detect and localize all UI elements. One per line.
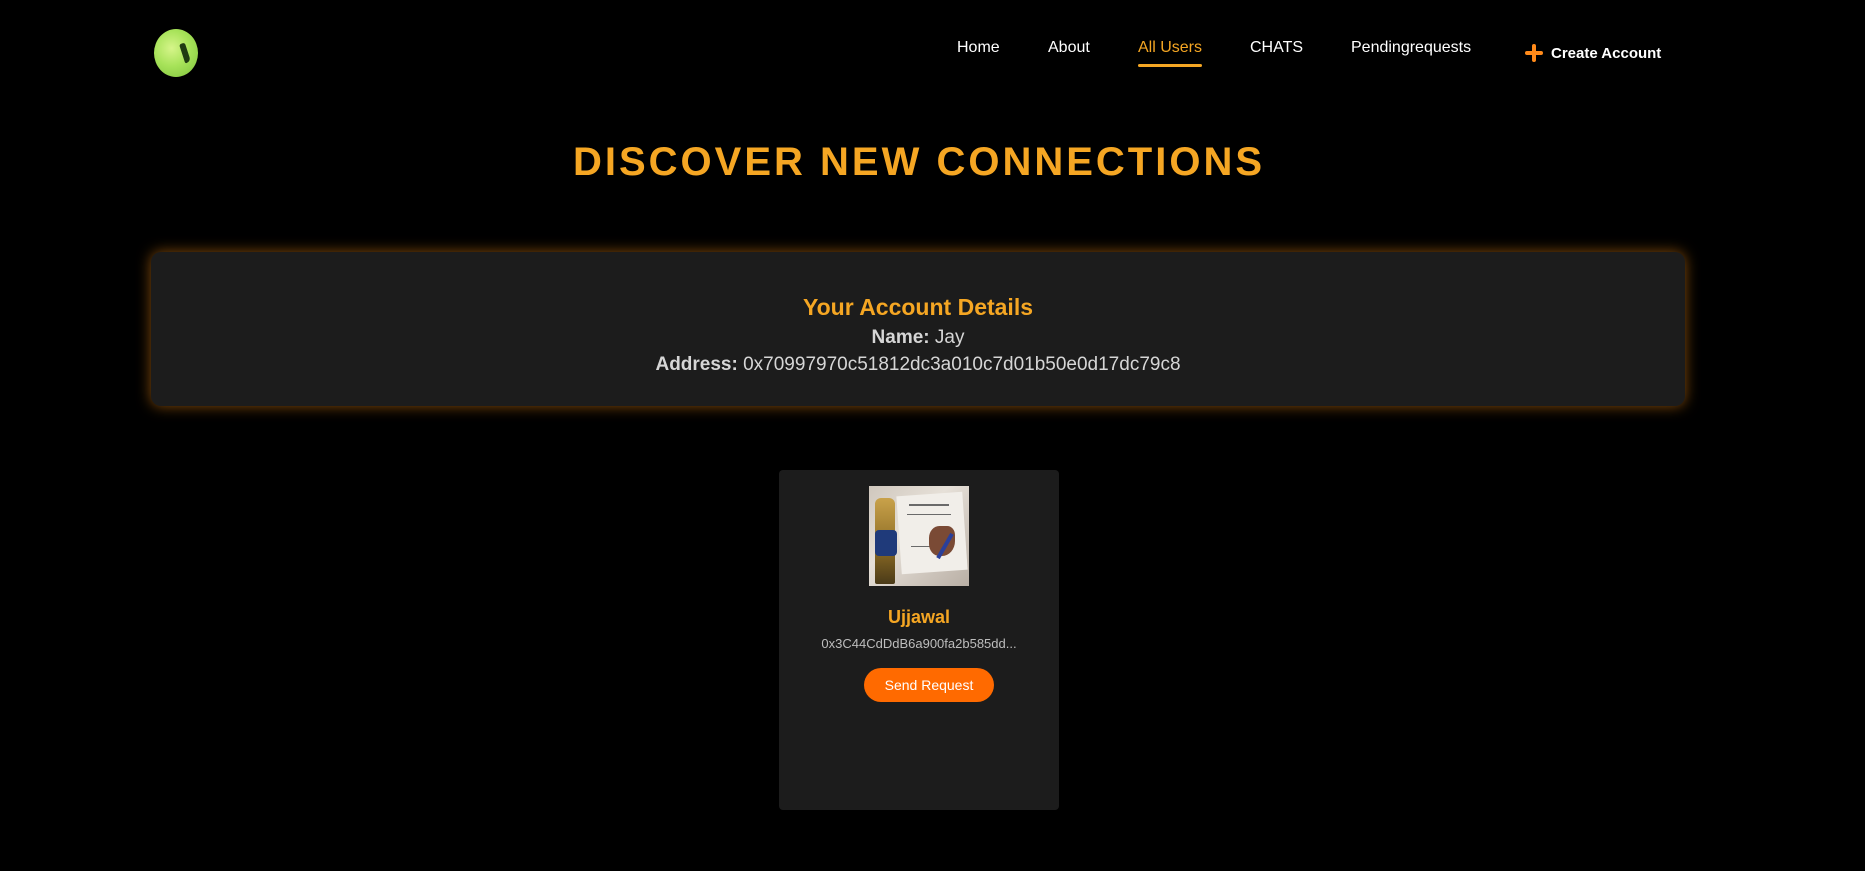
- plus-icon: [1525, 44, 1543, 62]
- account-name-row: Name: Jay: [151, 327, 1685, 349]
- create-account-button[interactable]: Create Account: [1525, 43, 1661, 63]
- account-address-value: 0x70997970c51812dc3a010c7d01b50e0d17dc79…: [743, 354, 1181, 375]
- account-name-label: Name:: [871, 327, 930, 348]
- top-navbar: Home About All Users CHATS Pendingreques…: [0, 0, 1865, 106]
- avatar: [869, 486, 969, 586]
- create-account-label: Create Account: [1551, 44, 1662, 62]
- account-details-panel: Your Account Details Name: Jay Address: …: [151, 252, 1685, 406]
- send-request-button[interactable]: Send Request: [864, 668, 994, 702]
- avatar-mask: [875, 530, 897, 556]
- page: Home About All Users CHATS Pendingreques…: [0, 0, 1865, 871]
- account-details-heading: Your Account Details: [802, 294, 1034, 320]
- account-address-label: Address:: [655, 354, 738, 375]
- user-address: 0x3C44CdDdB6a900fa2b585dd...: [821, 636, 1017, 651]
- user-name: Ujjawal: [887, 607, 951, 627]
- nav-all-users[interactable]: All Users: [1138, 38, 1203, 67]
- nav-chats[interactable]: CHATS: [1250, 38, 1303, 58]
- nav-home[interactable]: Home: [957, 38, 1000, 58]
- nav-pending-requests[interactable]: Pendingrequests: [1351, 38, 1471, 58]
- account-name-value: Jay: [934, 327, 965, 348]
- avatar-text-line: [907, 514, 951, 515]
- page-title: DISCOVER NEW CONNECTIONS: [572, 140, 1266, 184]
- nav-about[interactable]: About: [1048, 38, 1090, 58]
- user-card: Ujjawal 0x3C44CdDdB6a900fa2b585dd... Sen…: [779, 470, 1059, 810]
- avatar-text-line: [909, 504, 949, 506]
- account-address-row: Address: 0x70997970c51812dc3a010c7d01b50…: [151, 354, 1685, 376]
